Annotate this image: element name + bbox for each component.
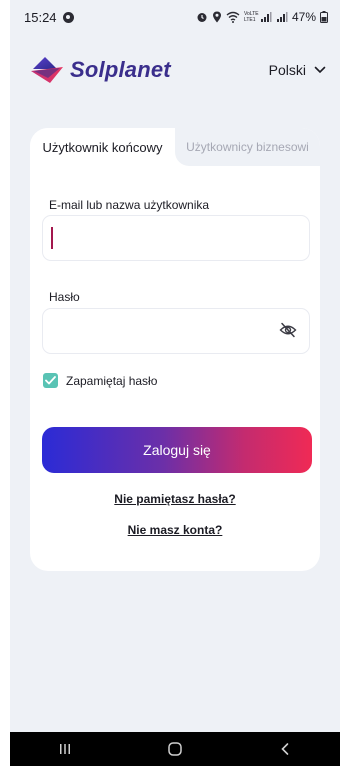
signal-icon — [260, 12, 272, 22]
recent-apps-button[interactable] — [35, 732, 95, 766]
solplanet-logo-icon — [31, 57, 63, 83]
username-input[interactable] — [42, 215, 310, 261]
user-type-tabs: Użytkownik końcowy Użytkownicy biznesowi — [30, 128, 320, 166]
brand-name: Solplanet — [70, 57, 171, 82]
device-frame-left — [0, 0, 10, 766]
back-button[interactable] — [255, 732, 315, 766]
alarm-icon — [197, 13, 207, 22]
checkmark-icon — [45, 376, 56, 385]
forgot-password-link[interactable]: Nie pamiętasz hasła? — [30, 492, 320, 506]
username-label: E-mail lub nazwa użytkownika — [49, 198, 210, 212]
wifi-icon — [226, 11, 240, 23]
back-icon — [281, 743, 289, 755]
device-frame-right — [340, 0, 350, 766]
password-label: Hasło — [49, 290, 80, 304]
status-left: 15:24 — [24, 10, 74, 25]
tab-business-users-label: Użytkownicy biznesowi — [186, 140, 309, 154]
home-icon — [168, 742, 182, 756]
app-screen: 15:24 VoLTE LTE1 47% Solplanet Polski Uż… — [10, 0, 340, 766]
signal-icon-secondary — [276, 12, 288, 22]
remember-checkbox[interactable] — [43, 373, 58, 388]
login-card: Użytkownik końcowy Użytkownicy biznesowi… — [30, 128, 320, 571]
status-time: 15:24 — [24, 9, 57, 25]
register-link[interactable]: Nie masz konta? — [30, 523, 320, 537]
home-button[interactable] — [145, 732, 205, 766]
password-input[interactable] — [42, 308, 310, 354]
battery-percent: 47% — [291, 10, 316, 24]
status-bar: 15:24 VoLTE LTE1 47% — [10, 0, 340, 34]
battery-icon — [320, 11, 328, 23]
remember-label: Zapamiętaj hasło — [66, 373, 158, 388]
app-header: Solplanet Polski — [10, 46, 340, 94]
notification-icon — [62, 11, 74, 23]
login-button[interactable]: Zaloguj się — [42, 427, 312, 473]
password-visibility-toggle[interactable] — [279, 322, 297, 343]
tab-end-user-label: Użytkownik końcowy — [42, 139, 163, 155]
recent-apps-icon — [60, 744, 70, 754]
remember-password[interactable]: Zapamiętaj hasło — [43, 373, 157, 388]
language-selector[interactable]: Polski — [269, 62, 326, 78]
status-right: VoLTE LTE1 47% — [196, 10, 328, 24]
network-type-label: VoLTE LTE1 — [243, 11, 259, 23]
chevron-down-icon — [314, 66, 326, 74]
language-label: Polski — [268, 62, 306, 78]
tab-end-user[interactable]: Użytkownik końcowy — [30, 128, 175, 166]
brand-logo: Solplanet — [30, 56, 171, 84]
eye-off-icon — [279, 322, 297, 338]
location-icon — [212, 11, 221, 23]
text-cursor — [51, 227, 53, 249]
system-nav-bar — [10, 732, 340, 766]
login-button-label: Zaloguj się — [143, 442, 211, 458]
tab-business-users[interactable]: Użytkownicy biznesowi — [175, 128, 320, 166]
